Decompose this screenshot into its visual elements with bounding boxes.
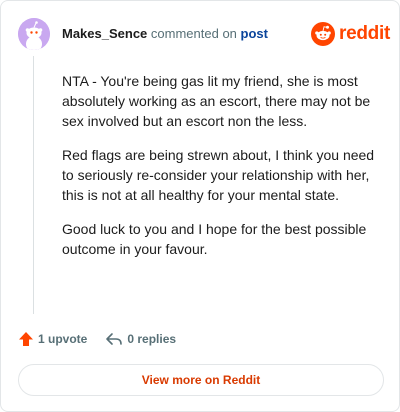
- reply-action[interactable]: 0 replies: [105, 331, 176, 347]
- author-name[interactable]: Makes_Sence: [62, 26, 147, 41]
- comment-paragraph: Good luck to you and I hope for the best…: [62, 221, 367, 257]
- upvote-count: 1 upvote: [38, 332, 88, 346]
- thread-line[interactable]: [33, 56, 34, 314]
- comment-body: NTA - You're being gas lit my friend, sh…: [62, 71, 384, 273]
- post-link[interactable]: post: [241, 26, 268, 41]
- reddit-logo-icon: [311, 22, 335, 46]
- reply-arrow-icon[interactable]: [105, 331, 123, 347]
- upvote-arrow-icon[interactable]: [18, 331, 34, 347]
- comment-actions: 1 upvote 0 replies: [18, 331, 194, 347]
- view-more-button[interactable]: View more on Reddit: [18, 364, 384, 396]
- reddit-wordmark: reddit: [339, 23, 390, 44]
- reddit-logo[interactable]: reddit: [311, 21, 390, 47]
- reply-count: 0 replies: [127, 332, 177, 346]
- comment-paragraph: NTA - You're being gas lit my friend, sh…: [62, 73, 371, 129]
- upvote-action[interactable]: 1 upvote: [18, 331, 87, 347]
- snoo-avatar-icon: [18, 18, 50, 50]
- avatar[interactable]: [18, 18, 50, 50]
- comment-embed-card: Makes_Sence commented on post reddit NTA…: [0, 0, 400, 412]
- comment-header: Makes_Sence commented on post: [62, 26, 268, 41]
- comment-paragraph: Red flags are being strewn about, I thin…: [62, 147, 375, 203]
- action-text: commented on: [150, 26, 237, 41]
